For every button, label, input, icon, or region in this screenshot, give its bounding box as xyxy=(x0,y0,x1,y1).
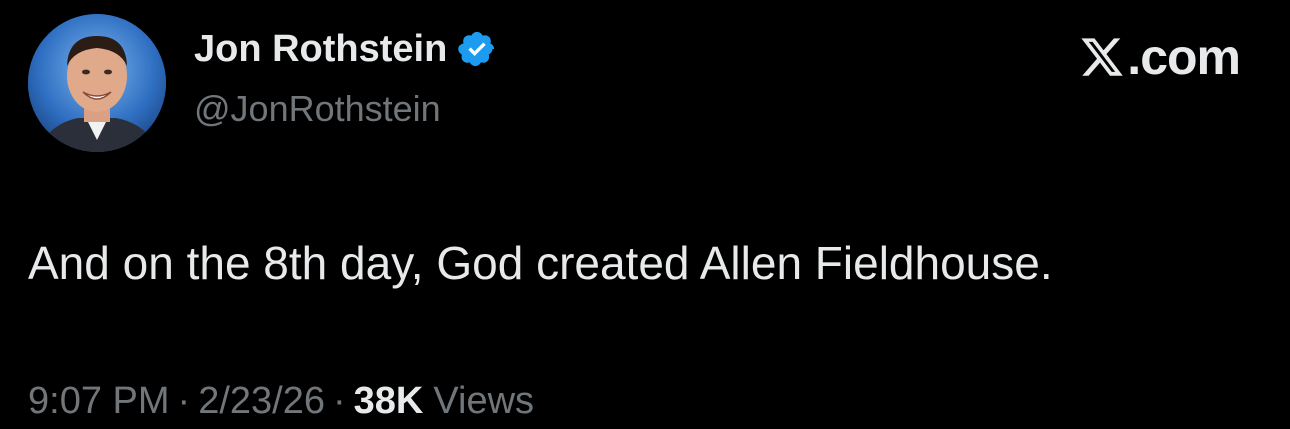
brand-dot: . xyxy=(1127,29,1141,85)
x-brand-watermark: . com xyxy=(1079,28,1241,86)
author-avatar[interactable] xyxy=(28,14,166,152)
meta-separator: · xyxy=(177,380,191,422)
tweet-date[interactable]: 2/23/26 xyxy=(198,380,325,423)
avatar-image xyxy=(28,14,166,152)
tweet-body-text: And on the 8th day, God created Allen Fi… xyxy=(28,237,1053,289)
views-count[interactable]: 38K xyxy=(354,380,424,423)
tweet-card: Jon Rothstein @JonRothstein . com And on … xyxy=(0,0,1290,429)
meta-separator: · xyxy=(332,380,346,422)
brand-domain-text: com xyxy=(1140,29,1241,85)
author-name-row: Jon Rothstein xyxy=(194,26,497,72)
author-handle[interactable]: @JonRothstein xyxy=(194,88,441,130)
tweet-metadata: 9:07 PM · 2/23/26 · 38K Views xyxy=(28,380,534,423)
author-display-name[interactable]: Jon Rothstein xyxy=(194,28,447,71)
verified-badge-icon xyxy=(457,29,497,69)
x-logo-icon xyxy=(1079,32,1125,82)
tweet-time[interactable]: 9:07 PM xyxy=(28,380,170,423)
views-label: Views xyxy=(433,380,535,422)
